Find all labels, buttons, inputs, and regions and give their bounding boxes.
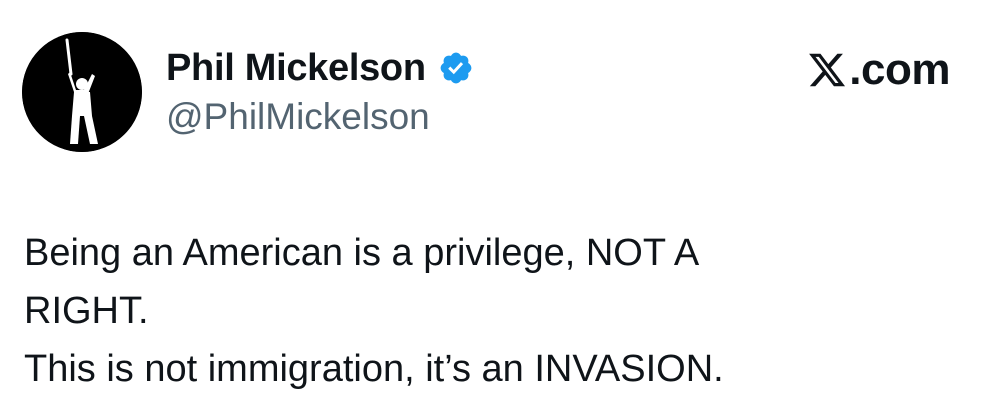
tweet-line: This is not immigration, it’s an INVASIO… (24, 348, 724, 390)
avatar[interactable] (22, 32, 142, 152)
display-name[interactable]: Phil Mickelson (166, 47, 426, 90)
tweet-line: RIGHT. (24, 290, 149, 332)
source-label: .com (807, 44, 950, 96)
author-name-row: Phil Mickelson (166, 44, 474, 92)
source-domain-text: .com (849, 45, 950, 94)
x-logo-icon (807, 50, 847, 90)
golfer-silhouette-icon (22, 32, 142, 152)
tweet-line: Being an American is a privilege, NOT A (24, 232, 700, 274)
user-handle[interactable]: @PhilMickelson (166, 96, 430, 138)
tweet-text: Being an American is a privilege, NOT A … (24, 224, 964, 398)
tweet-card: Phil Mickelson @PhilMickelson .com Being… (0, 0, 1000, 414)
verified-badge-icon (438, 50, 474, 86)
